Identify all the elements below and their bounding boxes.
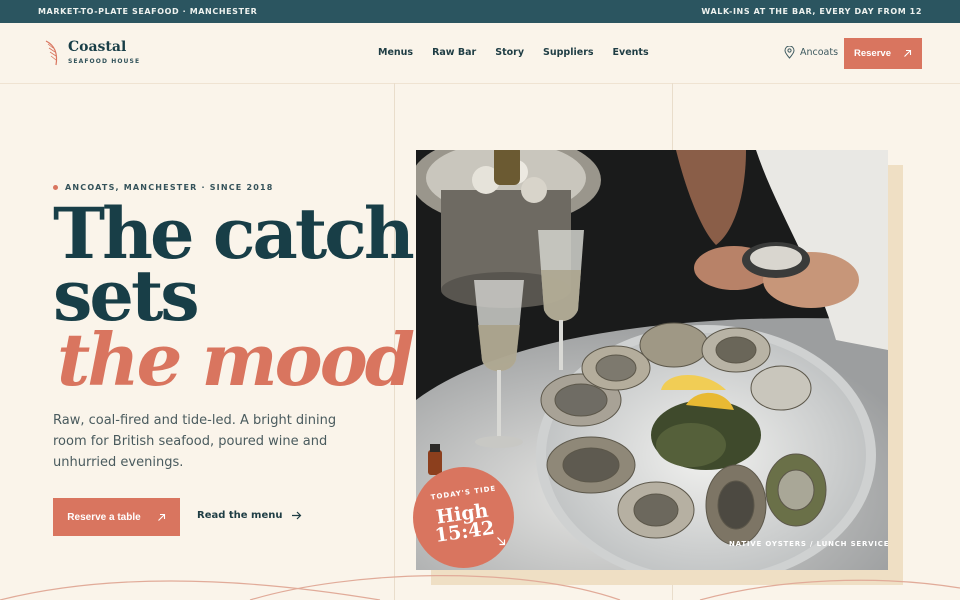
feather-icon xyxy=(45,40,58,66)
headline-line-3: the mood. xyxy=(57,317,437,402)
reserve-table-button[interactable]: Reserve a table xyxy=(53,498,180,536)
tide-badge: TODAY'S TIDE High 15:42 xyxy=(413,467,514,568)
nav-item-events[interactable]: Events xyxy=(613,47,649,58)
nav-item-raw-bar[interactable]: Raw Bar xyxy=(432,47,476,58)
brand-subtitle: SEAFOOD HOUSE xyxy=(68,58,141,65)
arrow-up-right-icon xyxy=(904,49,912,57)
accent-dot xyxy=(53,185,58,190)
header-divider xyxy=(0,83,960,84)
read-menu-label: Read the menu xyxy=(197,510,283,521)
main-nav: Menus Raw Bar Story Suppliers Events xyxy=(378,47,649,58)
map-pin-icon xyxy=(784,46,795,59)
location-label: Ancoats xyxy=(800,47,839,58)
arrow-right-icon xyxy=(292,511,302,520)
arrow-up-right-icon xyxy=(157,513,165,521)
reserve-button[interactable]: Reserve xyxy=(844,38,922,69)
hero-eyebrow: ANCOATS, MANCHESTER · SINCE 2018 xyxy=(53,183,274,192)
site-header: Coastal SEAFOOD HOUSE Menus Raw Bar Stor… xyxy=(0,23,960,83)
announcement-bar: MARKET-TO-PLATE SEAFOOD · MANCHESTER WAL… xyxy=(0,0,960,23)
announcement-left: MARKET-TO-PLATE SEAFOOD · MANCHESTER xyxy=(38,7,258,16)
reserve-table-label: Reserve a table xyxy=(67,511,141,523)
hero-lead: Raw, coal-fired and tide-led. A bright d… xyxy=(53,413,337,470)
announcement-right: WALK-INS AT THE BAR, EVERY DAY FROM 12 xyxy=(701,7,922,16)
hero-headline: The catch sets the mood. xyxy=(53,199,437,402)
brand-name: Coastal xyxy=(68,39,127,55)
nav-item-menus[interactable]: Menus xyxy=(378,47,413,58)
brand-logo[interactable]: Coastal SEAFOOD HOUSE xyxy=(44,39,140,67)
wave-lines xyxy=(0,575,960,600)
read-menu-link[interactable]: Read the menu xyxy=(197,510,302,521)
eyebrow-text: ANCOATS, MANCHESTER · SINCE 2018 xyxy=(65,183,274,192)
arrow-down-right-icon xyxy=(497,537,506,546)
location-link[interactable]: Ancoats xyxy=(784,46,838,59)
reserve-label: Reserve xyxy=(854,48,891,59)
nav-item-suppliers[interactable]: Suppliers xyxy=(543,47,594,58)
nav-item-story[interactable]: Story xyxy=(495,47,524,58)
photo-caption: NATIVE OYSTERS / LUNCH SERVICE xyxy=(729,540,890,548)
